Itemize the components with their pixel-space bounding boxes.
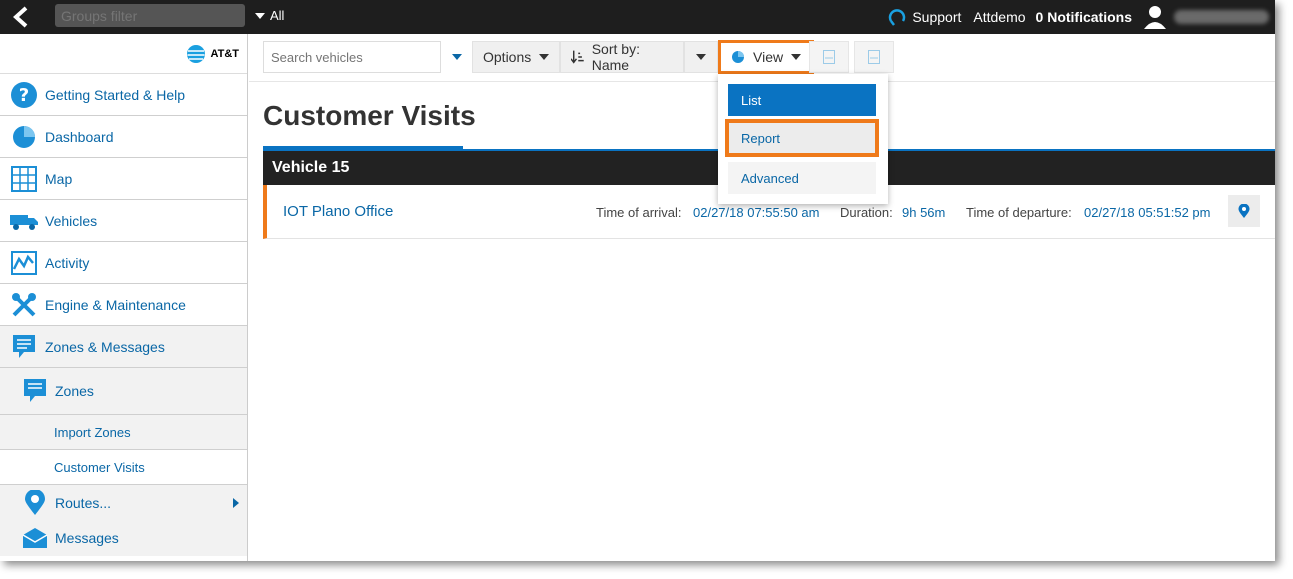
tools-icon — [10, 291, 38, 319]
view-button[interactable]: View — [718, 40, 815, 74]
all-groups-toggle[interactable]: All — [255, 8, 284, 23]
envelope-icon — [22, 525, 48, 551]
caret-down-icon — [255, 12, 265, 19]
caret-down-icon — [539, 54, 550, 60]
message-icon — [10, 333, 38, 361]
arrival-value: 02/27/18 07:55:50 am — [693, 205, 820, 220]
sidebar-item-label: Dashboard — [45, 128, 114, 145]
show-on-map-button[interactable] — [1228, 195, 1260, 227]
sidebar-subitem-label: Customer Visits — [54, 459, 145, 475]
truck-icon — [10, 207, 38, 235]
sidebar-subitem-zones[interactable]: Zones — [0, 368, 247, 414]
caret-down-icon — [696, 54, 706, 60]
logo-row: AT&T — [0, 34, 247, 74]
sidebar-subitem-label: Zones — [55, 383, 94, 399]
groups-filter-input[interactable] — [55, 4, 245, 27]
search-options-caret-icon[interactable] — [452, 54, 462, 60]
caret-right-icon — [233, 497, 239, 508]
pie-chart-icon — [10, 123, 38, 151]
document-icon — [823, 50, 835, 64]
vehicle-name: Vehicle 15 — [272, 159, 350, 176]
document-icon — [868, 50, 880, 64]
export-pdf-button[interactable] — [809, 41, 849, 73]
visit-zone-link[interactable]: IOT Plano Office — [283, 203, 393, 220]
headset-icon — [889, 9, 906, 26]
top-bar: All Support Attdemo 0 Notifications — [0, 0, 1275, 34]
sort-icon — [571, 50, 584, 64]
view-menu-advanced[interactable]: Advanced — [728, 162, 876, 194]
sidebar-item-map[interactable]: Map — [0, 158, 247, 200]
map-icon — [10, 165, 38, 193]
att-logo-text: AT&T — [210, 47, 239, 60]
export-excel-button[interactable] — [854, 41, 894, 73]
sidebar-subitem-routes[interactable]: Routes... — [0, 484, 247, 520]
att-globe-icon — [187, 44, 206, 63]
sidebar-item-label: Zones & Messages — [45, 338, 165, 355]
options-label: Options — [483, 49, 532, 65]
sidebar-item-activity[interactable]: Activity — [0, 242, 247, 284]
search-vehicles-input[interactable] — [263, 41, 441, 73]
user-name-redacted — [1174, 10, 1269, 24]
options-button[interactable]: Options — [472, 41, 561, 73]
sidebar-subitem-customer-visits[interactable]: Customer Visits — [0, 449, 247, 484]
sidebar-item-label: Getting Started & Help — [45, 86, 186, 103]
user-menu[interactable] — [1144, 5, 1275, 29]
view-dropdown-menu: List Report Advanced — [718, 74, 888, 204]
map-pin-icon — [1238, 204, 1250, 218]
account-link[interactable]: Attdemo — [973, 9, 1025, 25]
top-right-menu: Support Attdemo 0 Notifications — [888, 0, 1275, 34]
sidebar-item-label: Map — [45, 170, 73, 187]
duration-label: Duration: — [840, 205, 893, 220]
view-menu-report[interactable]: Report — [725, 119, 879, 157]
all-groups-label: All — [270, 8, 285, 23]
sidebar-subitem-label: Messages — [55, 530, 119, 546]
support-label: Support — [912, 9, 962, 25]
sidebar-item-label: Engine & Maintenance — [45, 296, 186, 313]
sidebar-subitem-import-zones[interactable]: Import Zones — [0, 414, 247, 449]
view-pie-icon — [732, 51, 744, 63]
chevron-left-icon — [13, 6, 28, 28]
back-button[interactable] — [8, 4, 34, 30]
sidebar-subitem-label: Routes... — [55, 494, 112, 511]
arrival-label: Time of arrival: — [596, 205, 682, 220]
duration-value: 9h 56m — [902, 205, 946, 220]
zone-icon — [22, 378, 48, 404]
sidebar: AT&T ? Getting Started & Help Dashboard … — [0, 34, 248, 561]
notifications-link[interactable]: 0 Notifications — [1036, 9, 1132, 25]
app-window: All Support Attdemo 0 Notifications AT&T… — [0, 0, 1275, 561]
sort-direction-button[interactable] — [684, 41, 718, 73]
sort-label: Sort by: Name — [591, 41, 640, 73]
sidebar-subitem-label: Import Zones — [54, 424, 131, 440]
activity-icon — [10, 249, 38, 277]
sidebar-item-dashboard[interactable]: Dashboard — [0, 116, 247, 158]
sidebar-item-engine-maintenance[interactable]: Engine & Maintenance — [0, 284, 247, 326]
view-menu-list[interactable]: List — [728, 84, 876, 116]
sidebar-item-zones-messages[interactable]: Zones & Messages — [0, 326, 247, 368]
sidebar-item-label: Vehicles — [45, 212, 98, 229]
zones-submenu: Zones Import Zones Customer Visits Route… — [0, 368, 247, 556]
sidebar-item-vehicles[interactable]: Vehicles — [0, 200, 247, 242]
map-pin-icon — [22, 489, 48, 516]
user-icon — [1144, 6, 1166, 29]
caret-down-icon — [791, 54, 802, 60]
page-title: Customer Visits — [263, 100, 476, 131]
sidebar-item-label: Activity — [45, 254, 90, 271]
view-label: View — [753, 49, 784, 65]
help-icon: ? — [10, 81, 38, 109]
sidebar-subitem-messages[interactable]: Messages — [0, 520, 247, 556]
support-link[interactable]: Support — [888, 7, 961, 27]
departure-value: 02/27/18 05:51:52 pm — [1084, 205, 1211, 220]
sort-button[interactable]: Sort by: Name — [560, 41, 684, 73]
departure-label: Time of departure: — [966, 205, 1072, 220]
sidebar-item-getting-started[interactable]: ? Getting Started & Help — [0, 74, 247, 116]
svg-text:?: ? — [19, 85, 29, 106]
